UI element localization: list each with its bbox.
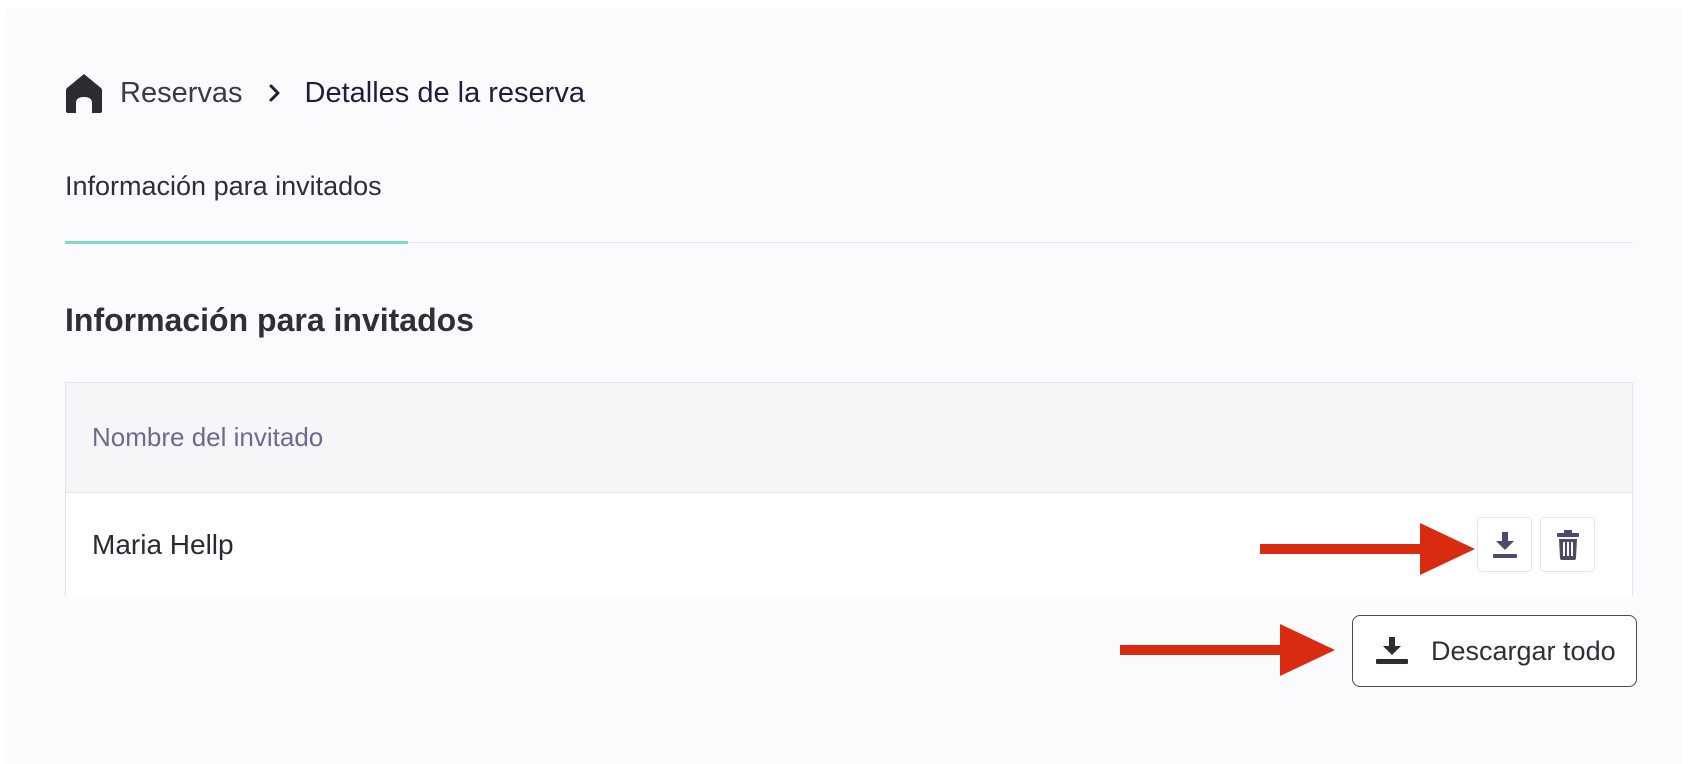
active-tab-indicator (65, 241, 408, 244)
breadcrumb: Reservas Detalles de la reserva (65, 71, 585, 115)
tab-guest-info[interactable]: Información para invitados (65, 161, 408, 243)
chevron-right-icon (269, 84, 279, 102)
download-all-button[interactable]: Descargar todo (1352, 615, 1637, 687)
download-icon (1376, 637, 1408, 664)
table-header: Nombre del invitado (66, 383, 1632, 493)
download-all-label: Descargar todo (1431, 635, 1616, 666)
guest-name-cell: Maria Hellp (92, 528, 234, 560)
trash-icon (1556, 529, 1579, 560)
page: Reservas Detalles de la reserva Informac… (5, 9, 1682, 764)
download-guest-button[interactable] (1477, 517, 1532, 572)
home-icon[interactable] (65, 73, 103, 113)
delete-guest-button[interactable] (1540, 517, 1595, 572)
breadcrumb-current: Detalles de la reserva (304, 76, 585, 109)
tab-bar: Información para invitados (65, 161, 1633, 244)
annotation-arrow-row-download (1260, 523, 1475, 575)
annotation-arrow-download-all (1120, 624, 1335, 676)
breadcrumb-item-reservas[interactable]: Reservas (120, 77, 243, 110)
section-title: Información para invitados (65, 302, 474, 338)
download-icon (1492, 531, 1517, 558)
row-actions (1477, 517, 1595, 572)
column-header-guest-name: Nombre del invitado (92, 422, 324, 452)
